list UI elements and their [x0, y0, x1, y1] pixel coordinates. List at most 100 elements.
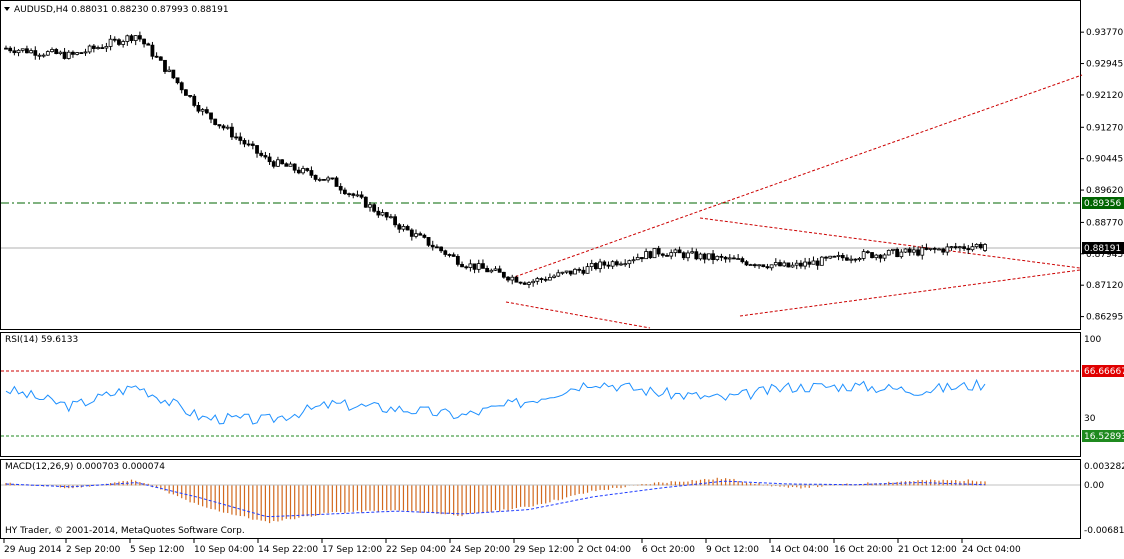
candle-body[interactable] — [45, 51, 50, 56]
candle-body[interactable] — [351, 193, 356, 196]
candle-body[interactable] — [589, 263, 594, 268]
candle-body[interactable] — [221, 125, 226, 129]
candle-body[interactable] — [506, 276, 510, 281]
candle-body[interactable] — [547, 277, 552, 281]
candle-body[interactable] — [33, 50, 38, 56]
candle-body[interactable] — [284, 163, 289, 167]
candle-body[interactable] — [761, 264, 766, 268]
main-pane[interactable] — [0, 0, 1081, 330]
candle-body[interactable] — [610, 261, 615, 267]
candle-body[interactable] — [204, 109, 209, 114]
candle-body[interactable] — [389, 216, 393, 219]
candle-body[interactable] — [154, 55, 159, 58]
candle-body[interactable] — [631, 259, 636, 262]
candle-body[interactable] — [288, 163, 293, 167]
candle-body[interactable] — [330, 177, 335, 180]
candle-body[interactable] — [953, 246, 958, 249]
candle-body[interactable] — [836, 255, 841, 257]
candle-body[interactable] — [393, 216, 397, 226]
candle-body[interactable] — [870, 252, 874, 259]
candle-body[interactable] — [853, 258, 858, 261]
candle-body[interactable] — [656, 248, 661, 255]
candle-body[interactable] — [167, 69, 172, 72]
candle-body[interactable] — [732, 257, 736, 260]
candle-body[interactable] — [920, 247, 925, 256]
candle-body[interactable] — [928, 247, 933, 250]
candle-body[interactable] — [510, 276, 515, 281]
candle-body[interactable] — [811, 260, 816, 265]
candle-body[interactable] — [246, 143, 251, 146]
candle-body[interactable] — [970, 246, 975, 251]
candle-body[interactable] — [891, 248, 895, 251]
candle-body[interactable] — [422, 234, 427, 238]
candle-body[interactable] — [924, 247, 929, 250]
candle-body[interactable] — [317, 178, 322, 181]
candle-body[interactable] — [455, 256, 460, 265]
candle-body[interactable] — [117, 39, 121, 45]
candle-body[interactable] — [401, 226, 406, 230]
candle-body[interactable] — [276, 159, 280, 167]
candle-body[interactable] — [200, 109, 205, 112]
candle-body[interactable] — [58, 51, 63, 55]
candle-body[interactable] — [543, 278, 548, 281]
candle-body[interactable] — [619, 263, 623, 266]
candle-body[interactable] — [531, 280, 536, 284]
candle-body[interactable] — [75, 52, 80, 55]
candle-body[interactable] — [690, 251, 695, 254]
candle-body[interactable] — [715, 255, 720, 261]
candle-body[interactable] — [188, 95, 192, 97]
candle-body[interactable] — [803, 261, 807, 267]
candle-body[interactable] — [824, 256, 828, 259]
candle-body[interactable] — [677, 249, 682, 254]
candle-body[interactable] — [497, 268, 502, 273]
candle-body[interactable] — [481, 263, 485, 269]
rsi-pane[interactable] — [0, 332, 1081, 457]
candle-body[interactable] — [71, 51, 75, 55]
candle-body[interactable] — [230, 126, 234, 138]
candle-body[interactable] — [941, 248, 946, 253]
candle-body[interactable] — [602, 261, 607, 266]
candle-body[interactable] — [146, 43, 151, 46]
candle-body[interactable] — [723, 256, 728, 260]
candle-body[interactable] — [91, 45, 96, 49]
candle-body[interactable] — [627, 260, 632, 265]
candle-body[interactable] — [845, 257, 849, 261]
candle-body[interactable] — [8, 47, 13, 52]
candle-body[interactable] — [267, 156, 272, 163]
candle-body[interactable] — [899, 251, 904, 258]
candle-body[interactable] — [911, 249, 916, 253]
candle-body[interactable] — [460, 263, 464, 268]
candle-body[interactable] — [96, 47, 100, 49]
candle-body[interactable] — [100, 47, 105, 49]
candle-body[interactable] — [175, 77, 180, 84]
candle-body[interactable] — [966, 248, 971, 251]
candle-body[interactable] — [686, 252, 690, 259]
candle-body[interactable] — [12, 50, 17, 54]
candle-body[interactable] — [799, 262, 803, 267]
candle-body[interactable] — [209, 112, 213, 120]
candle-body[interactable] — [372, 204, 377, 212]
candle-body[interactable] — [397, 224, 402, 230]
candle-body[interactable] — [957, 246, 962, 249]
candle-body[interactable] — [828, 255, 833, 259]
candle-body[interactable] — [250, 143, 255, 146]
candle-body[interactable] — [652, 248, 657, 259]
candle-body[interactable] — [560, 271, 565, 274]
candle-body[interactable] — [409, 229, 414, 237]
candle-body[interactable] — [665, 254, 669, 257]
candle-body[interactable] — [786, 262, 791, 268]
candle-body[interactable] — [112, 38, 117, 41]
candle-body[interactable] — [552, 275, 556, 278]
candle-body[interactable] — [108, 38, 113, 47]
candle-body[interactable] — [150, 44, 155, 57]
candle-body[interactable] — [338, 186, 343, 191]
candle-body[interactable] — [594, 263, 598, 270]
candle-body[interactable] — [334, 177, 339, 187]
candle-body[interactable] — [640, 257, 644, 260]
candle-body[interactable] — [614, 261, 619, 266]
candle-body[interactable] — [62, 51, 67, 59]
candle-body[interactable] — [196, 105, 201, 112]
candle-body[interactable] — [368, 204, 372, 208]
candle-body[interactable] — [660, 253, 665, 256]
candle-body[interactable] — [405, 226, 410, 231]
